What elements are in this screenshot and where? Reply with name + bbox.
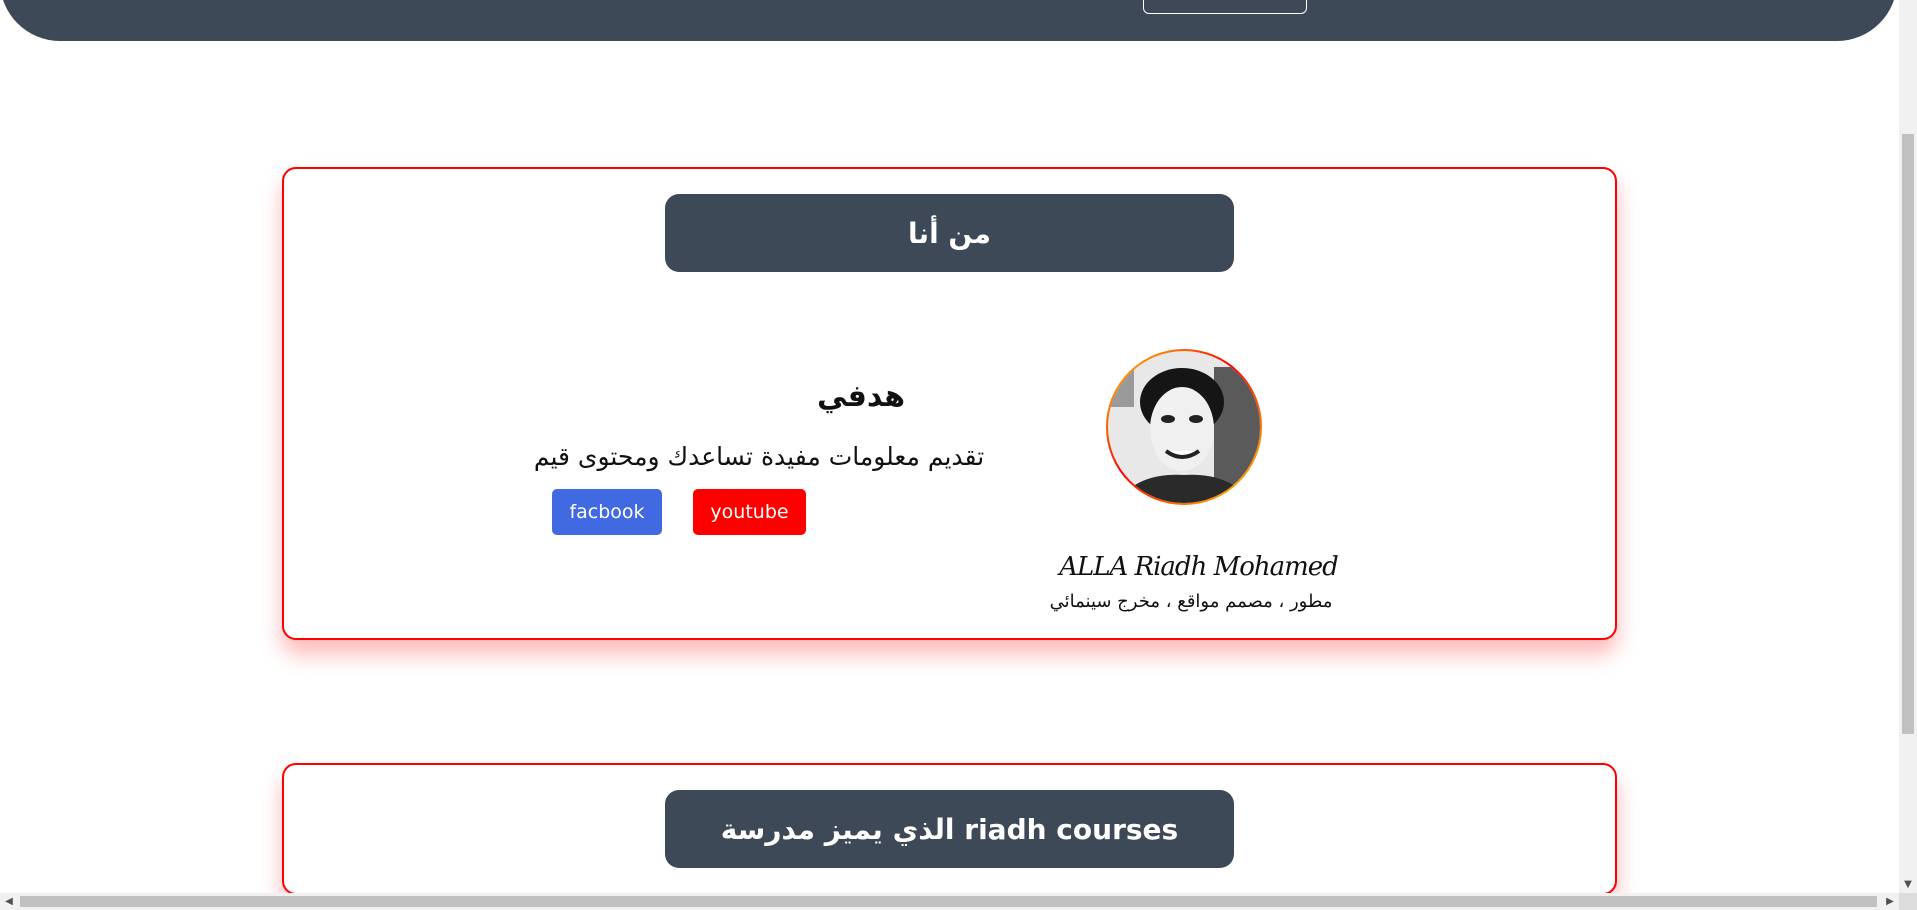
profile-role: مطور ، مصمم مواقع ، مخرج سينمائي [1049, 591, 1333, 612]
youtube-button[interactable]: youtube [693, 489, 806, 535]
about-card: من أنا ALLA Riadh Mohamed مطور ، مصمم مو… [282, 167, 1617, 640]
header-button[interactable] [1143, 0, 1307, 14]
top-header [0, 0, 1897, 41]
about-title: من أنا [665, 194, 1234, 272]
facebook-button[interactable]: facbook [552, 489, 662, 535]
facebook-button-label: facbook [569, 501, 645, 523]
goal-title: هدفي [816, 379, 906, 414]
vertical-scrollbar[interactable]: ▼ [1899, 0, 1917, 893]
horizontal-scrollbar[interactable]: ◀ ▶ [0, 893, 1899, 910]
chevron-right-icon[interactable]: ▶ [1881, 893, 1899, 910]
chevron-left-icon[interactable]: ◀ [0, 893, 18, 910]
goal-text: تقديم معلومات مفيدة تساعدك ومحتوى قيم [533, 442, 985, 471]
avatar [1104, 347, 1264, 537]
vertical-scroll-thumb[interactable] [1902, 134, 1914, 734]
features-card: الذي يميز مدرسة riadh courses [282, 763, 1617, 895]
horizontal-scroll-thumb[interactable] [20, 896, 1877, 907]
profile-name: ALLA Riadh Mohamed [1059, 552, 1339, 582]
features-title: الذي يميز مدرسة riadh courses [665, 790, 1234, 868]
scrollbar-corner [1899, 893, 1917, 910]
chevron-down-icon[interactable]: ▼ [1899, 875, 1917, 893]
youtube-button-label: youtube [710, 501, 789, 523]
